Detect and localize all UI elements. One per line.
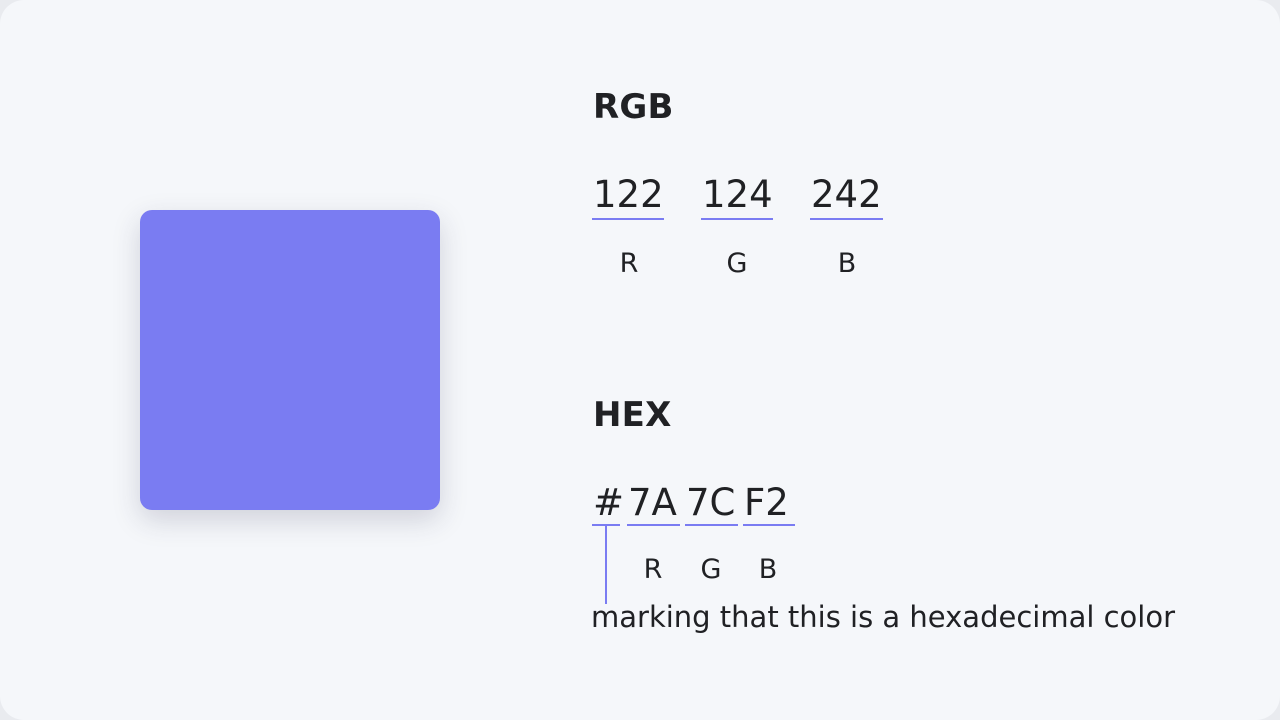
hex-green-label: G — [700, 554, 722, 585]
hex-red-label: R — [643, 554, 663, 585]
rgb-red-underline — [592, 218, 664, 220]
hex-prefix-connector-line — [605, 526, 607, 604]
hex-red-value: 7A — [628, 481, 677, 524]
rgb-blue-label: B — [837, 248, 857, 279]
hex-blue-label: B — [758, 554, 778, 585]
rgb-blue-underline — [810, 218, 883, 220]
rgb-green-value: 124 — [702, 173, 773, 216]
color-swatch — [140, 210, 440, 510]
hex-blue-underline — [743, 524, 795, 526]
hex-green-underline — [685, 524, 738, 526]
color-info-card: RGB 122 124 242 R G B HEX # 7A 7C F2 R G… — [0, 0, 1280, 720]
hex-green-value: 7C — [686, 481, 736, 524]
hex-prefix: # — [593, 481, 625, 524]
rgb-red-value: 122 — [593, 173, 664, 216]
rgb-heading: RGB — [593, 87, 674, 127]
rgb-red-label: R — [619, 248, 639, 279]
rgb-blue-value: 242 — [811, 173, 882, 216]
rgb-green-underline — [701, 218, 773, 220]
hex-blue-value: F2 — [744, 481, 789, 524]
hex-prefix-note: marking that this is a hexadecimal color — [591, 600, 1176, 634]
hex-heading: HEX — [593, 395, 672, 435]
hex-red-underline — [627, 524, 680, 526]
rgb-green-label: G — [726, 248, 748, 279]
